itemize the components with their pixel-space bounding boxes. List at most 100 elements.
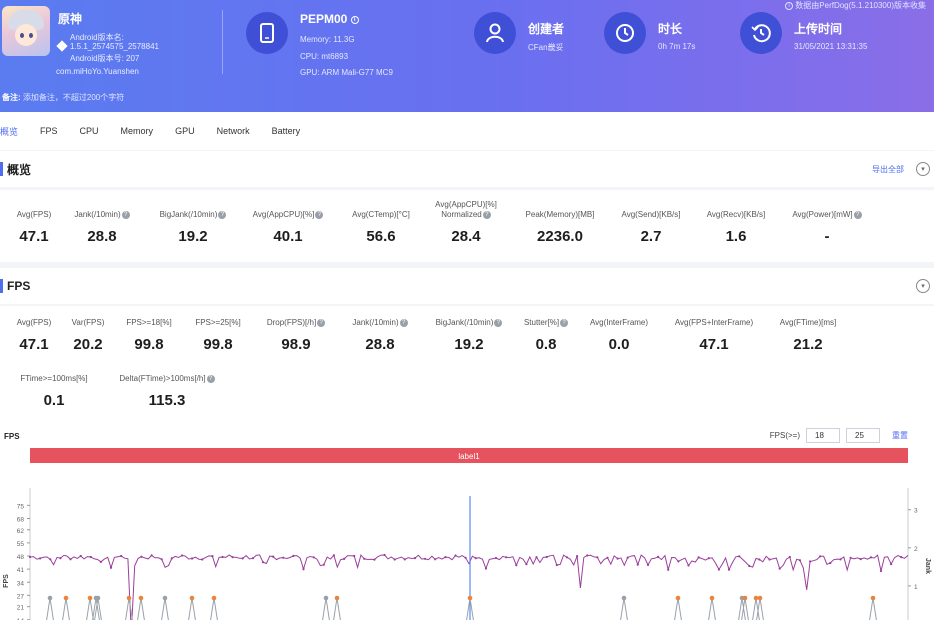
metric-value: 21.2: [793, 336, 823, 353]
android-icon: [56, 40, 68, 52]
upload-title: 上传时间: [794, 22, 843, 36]
device-name: PEPM00 i: [300, 12, 359, 26]
info-icon: i: [785, 1, 794, 10]
device-cpu: CPU: mt6893: [300, 52, 349, 61]
jank-point: [323, 595, 329, 601]
y-tick-label: 34: [17, 580, 25, 587]
y-tick-label: 41: [17, 567, 25, 574]
note-row[interactable]: 备注: 添加备注，不超过200个字符: [0, 92, 124, 103]
tab-overview[interactable]: 概览: [0, 125, 29, 138]
tab-memory[interactable]: Memory: [110, 126, 165, 136]
jank-point: [126, 595, 132, 601]
help-icon[interactable]: ?: [121, 210, 130, 219]
jank-spike: [620, 597, 628, 620]
chart-label: FPS: [4, 432, 20, 441]
jank-point: [467, 595, 473, 601]
help-icon[interactable]: ?: [482, 210, 491, 219]
tab-cpu[interactable]: CPU: [69, 126, 110, 136]
y2-tick-label: 3: [914, 508, 918, 515]
metric-label: FPS>=25[%]: [195, 318, 241, 327]
metric-label: Avg(Recv)[KB/s]: [706, 210, 766, 219]
metric-value: 0.1: [43, 392, 65, 409]
jank-spike: [137, 597, 145, 620]
jank-spike: [125, 597, 133, 620]
metric-label: Jank(/10min): [74, 210, 121, 219]
metric-label: Avg(CTemp)[°C]: [352, 210, 410, 219]
jank-point: [334, 595, 340, 601]
jank-point: [47, 595, 53, 601]
overview-header: 概览 导出全部 ▾: [0, 151, 934, 187]
metric-label: Peak(Memory)[MB]: [525, 210, 595, 219]
metric-label: Stutter[%]: [523, 318, 560, 327]
jank-point: [709, 595, 715, 601]
jank-point: [742, 595, 748, 601]
metric-label: Avg(AppCPU)[%]: [435, 200, 497, 209]
device-memory: Memory: 11.3G: [300, 35, 355, 44]
device-info-icon[interactable]: i: [350, 15, 359, 24]
fps-section-title: FPS: [7, 279, 31, 293]
jank-point: [162, 595, 168, 601]
metric-label: Delta(FTime)>100ms[/h]: [119, 374, 206, 383]
fps2-metric: FTime>=100ms[%] 0.1: [0, 374, 114, 409]
collapse-overview-button[interactable]: ▾: [916, 162, 930, 176]
y-tick-label: 48: [17, 554, 25, 561]
jank-point: [675, 595, 681, 601]
help-icon[interactable]: ?: [218, 210, 227, 219]
clock-icon: [604, 12, 646, 54]
metric-label: BigJank(/10min): [435, 318, 494, 327]
package-name: com.miHoYo.Yuanshen: [56, 67, 139, 76]
metric-label: Avg(AppCPU)[%]: [252, 210, 315, 219]
metric-label: Avg(FPS+InterFrame): [674, 318, 754, 327]
y-tick-label: 21: [17, 605, 25, 612]
fps1-metric: Avg(FTime)[ms] 21.2: [748, 318, 868, 353]
fps-filter: FPS(>=) 18 25 重置: [770, 428, 908, 443]
perfdog-report: i 数据由PerfDog(5.1.210300)版本收集 原神 Android版…: [0, 0, 934, 620]
fps-threshold-input-1[interactable]: 18: [806, 428, 840, 443]
fps-metrics: Avg(FPS) 47.1 Var(FPS) 20.2 FPS>=18[%] 99.8 FP…: [0, 306, 934, 422]
y-tick-label: 75: [17, 503, 25, 510]
note-label: 备注:: [2, 93, 21, 102]
jank-spike: [333, 597, 341, 620]
jank-spike: [210, 597, 218, 620]
metric-label: Avg(InterFrame): [589, 318, 649, 327]
help-icon[interactable]: ?: [853, 210, 862, 219]
jank-spike: [708, 597, 716, 620]
jank-point: [87, 595, 93, 601]
y2-tick-label: 1: [914, 584, 918, 591]
note-input[interactable]: 添加备注，不超过200个字符: [23, 93, 124, 102]
upload-value: 31/05/2021 13:31:35: [794, 42, 868, 51]
fps2-metric: Delta(FTime)>100ms[/h]? 115.3: [107, 374, 227, 409]
jank-point: [753, 595, 759, 601]
tab-gpu[interactable]: GPU: [164, 126, 206, 136]
jank-point: [189, 595, 195, 601]
y-tick-label: 68: [17, 517, 25, 524]
reset-button[interactable]: 重置: [892, 430, 908, 441]
fps-series-line: [29, 554, 909, 620]
collapse-fps-button[interactable]: ▾: [916, 279, 930, 293]
metric-label-2: Normalized: [441, 210, 482, 219]
app-icon: [2, 6, 50, 56]
jank-spike: [161, 597, 169, 620]
jank-point: [870, 595, 876, 601]
duration-title: 时长: [658, 22, 683, 36]
y-tick-label: 55: [17, 541, 25, 548]
fps-threshold-input-2[interactable]: 25: [846, 428, 880, 443]
tab-network[interactable]: Network: [206, 126, 261, 136]
label-band-text: label1: [458, 452, 480, 461]
tab-battery[interactable]: Battery: [261, 126, 312, 136]
help-icon[interactable]: ?: [206, 374, 215, 383]
overview-metric: Avg(Power)[mW]? -: [767, 210, 887, 245]
metric-label: Avg(Send)[KB/s]: [621, 210, 681, 219]
jank-point: [621, 595, 627, 601]
header-divider: [222, 10, 223, 74]
app-name: 原神: [58, 12, 83, 26]
metric-label: Jank(/10min): [352, 318, 399, 327]
export-all-link[interactable]: 导出全部: [872, 164, 904, 175]
help-icon[interactable]: ?: [399, 318, 408, 327]
tab-fps[interactable]: FPS: [29, 126, 69, 136]
overview-metrics: Avg(FPS) 47.1 Jank(/10min)? 28.8 BigJank(/10…: [0, 190, 934, 262]
jank-spike: [674, 597, 682, 620]
fps-chart[interactable]: label1714212734414855626875FPS123Jank: [0, 446, 934, 620]
metric-label: Avg(FTime)[ms]: [779, 318, 837, 327]
jank-spike: [46, 597, 54, 620]
